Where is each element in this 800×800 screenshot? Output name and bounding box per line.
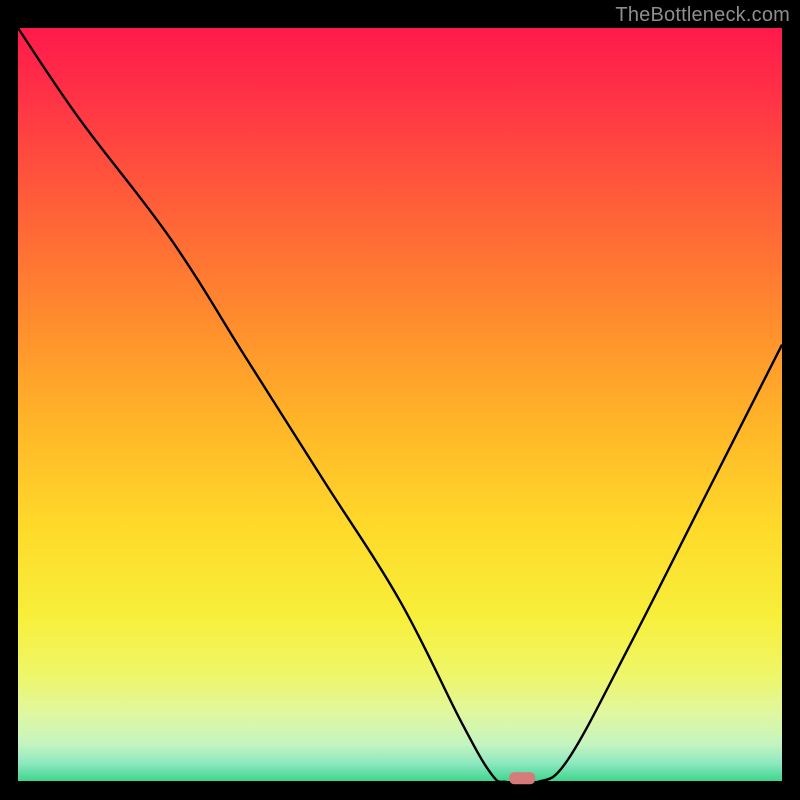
bottleneck-chart (0, 0, 800, 800)
plot-background (18, 28, 782, 782)
optimal-marker (509, 772, 535, 784)
watermark-text: TheBottleneck.com (615, 4, 790, 27)
chart-frame: TheBottleneck.com (0, 0, 800, 800)
